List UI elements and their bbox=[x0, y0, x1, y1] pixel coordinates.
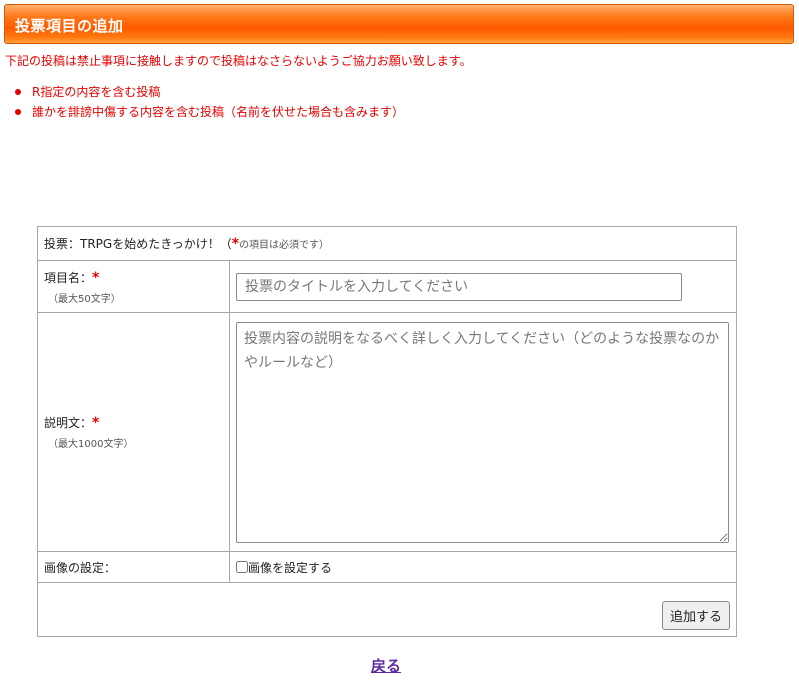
form-caption: 投票：TRPGを始めたきっかけ！（*の項目は必須です） bbox=[37, 226, 737, 261]
page-header-bar: 投票項目の追加 bbox=[4, 4, 794, 44]
description-limit-note: （最大1000文字） bbox=[48, 439, 134, 450]
rule-text: R指定の内容を含む投稿 bbox=[32, 85, 161, 99]
title-input-cell bbox=[229, 260, 737, 313]
description-input-cell bbox=[229, 312, 737, 552]
prohibited-rules-list: R指定の内容を含む投稿 誰かを誹謗中傷する内容を含む投稿（名前を伏せた場合も含み… bbox=[14, 82, 404, 122]
submit-cell: 追加する bbox=[37, 582, 737, 637]
title-label-cell: 項目名：* （最大50文字） bbox=[37, 260, 230, 313]
prohibition-notice: 下記の投稿は禁止事項に接触しますので投稿はなさらないようご協力お願い致します。 bbox=[5, 54, 472, 68]
back-link[interactable]: 戻る bbox=[371, 655, 401, 676]
required-mark: * bbox=[92, 269, 100, 286]
title-limit-note: （最大50文字） bbox=[48, 293, 121, 305]
submit-row: 追加する bbox=[37, 582, 737, 637]
title-row: 項目名：* （最大50文字） bbox=[37, 260, 737, 313]
bullet-icon bbox=[15, 89, 21, 95]
form-caption-row: 投票：TRPGを始めたきっかけ！（*の項目は必須です） bbox=[37, 226, 737, 261]
image-label-cell: 画像の設定： bbox=[37, 551, 230, 583]
list-item: 誰かを誹謗中傷する内容を含む投稿（名前を伏せた場合も含みます） bbox=[14, 102, 404, 122]
description-textarea[interactable] bbox=[236, 321, 729, 543]
description-label: 説明文： bbox=[44, 416, 93, 430]
image-checkbox-cell: 画像を設定する bbox=[229, 551, 737, 583]
image-checkbox[interactable] bbox=[236, 560, 248, 573]
add-button[interactable]: 追加する bbox=[661, 601, 730, 630]
title-input[interactable] bbox=[236, 272, 682, 301]
bullet-icon bbox=[15, 109, 21, 115]
page-title: 投票項目の追加 bbox=[15, 17, 124, 35]
rule-text: 誰かを誹謗中傷する内容を含む投稿（名前を伏せた場合も含みます） bbox=[32, 105, 405, 119]
required-mark: * bbox=[231, 236, 240, 252]
image-row: 画像の設定： 画像を設定する bbox=[37, 551, 737, 583]
required-mark: * bbox=[92, 415, 100, 431]
description-row: 説明文：* （最大1000文字） bbox=[37, 312, 737, 552]
page: 投票項目の追加 下記の投稿は禁止事項に接触しますので投稿はなさらないようご協力お… bbox=[0, 0, 799, 682]
image-checkbox-label[interactable]: 画像を設定する bbox=[248, 561, 332, 575]
description-label-cell: 説明文：* （最大1000文字） bbox=[37, 312, 230, 552]
required-note: の項目は必須です） bbox=[239, 240, 330, 251]
title-label: 項目名： bbox=[44, 270, 93, 285]
add-item-form: 投票：TRPGを始めたきっかけ！（*の項目は必須です） 項目名：* （最大50文… bbox=[37, 226, 737, 637]
image-label: 画像の設定： bbox=[44, 560, 117, 575]
form-caption-text: 投票：TRPGを始めたきっかけ！（ bbox=[44, 237, 232, 251]
image-checkbox-wrapper[interactable]: 画像を設定する bbox=[236, 560, 332, 575]
list-item: R指定の内容を含む投稿 bbox=[14, 82, 404, 102]
